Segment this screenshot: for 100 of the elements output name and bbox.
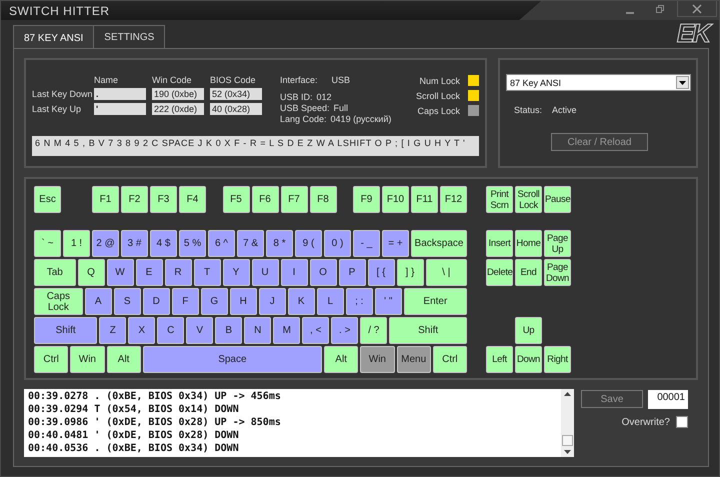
keyboard-key[interactable]: Caps Lock (34, 288, 83, 315)
keyboard-key[interactable]: U (252, 259, 278, 286)
keyboard-key[interactable]: F5 (222, 186, 250, 213)
keyboard-key[interactable]: Delete (486, 259, 513, 286)
keyboard-key[interactable]: Scroll Lock (515, 186, 542, 213)
keyboard-key[interactable]: 9 ( (295, 230, 322, 257)
keyboard-key[interactable]: - _ (353, 230, 380, 257)
keyboard-key[interactable]: E (136, 259, 162, 286)
keyboard-key[interactable]: Right (544, 346, 571, 373)
keyboard-key[interactable]: T (194, 259, 220, 286)
keyboard-key[interactable]: Esc (34, 186, 61, 213)
lock-label: Num Lock (419, 76, 460, 86)
keyboard-key[interactable]: F2 (121, 186, 148, 213)
keyboard-key[interactable]: Y (222, 259, 250, 286)
keyboard-key[interactable]: L (316, 288, 344, 315)
keyboard-key[interactable]: Win (70, 346, 104, 373)
keyboard-key[interactable]: ' " (374, 288, 402, 315)
info-label: Interface: (280, 75, 318, 85)
scrollbar-thumb[interactable] (562, 435, 573, 446)
keyboard-key[interactable]: F8 (310, 186, 336, 213)
keyboard-key[interactable]: ` ~ (34, 230, 61, 257)
keyboard-key[interactable]: Ctrl (432, 346, 467, 373)
keyboard-key[interactable]: Shift (34, 317, 98, 344)
keyboard-key[interactable]: 3 # (121, 230, 148, 257)
keyboard-key[interactable]: S (114, 288, 141, 315)
keyboard-key[interactable]: H (230, 288, 257, 315)
keyboard-key[interactable]: \ | (426, 259, 467, 286)
keyboard-key[interactable]: Print Scrn (486, 186, 513, 213)
keyboard-key[interactable]: Z (99, 317, 126, 344)
keyboard-key[interactable]: D (142, 288, 170, 315)
keyboard-key[interactable]: Tab (34, 259, 76, 286)
keyboard-key[interactable]: F7 (280, 186, 308, 213)
keyboard-key[interactable]: F10 (382, 186, 409, 213)
keyboard-key[interactable]: Up (515, 317, 542, 344)
keyboard-key[interactable]: End (515, 259, 542, 286)
keyboard-key[interactable]: P (338, 259, 366, 286)
keyboard-key[interactable]: F3 (150, 186, 177, 213)
keyboard-key[interactable]: Menu (396, 346, 431, 373)
keyboard-key[interactable]: F (172, 288, 199, 315)
keyboard-key[interactable]: G (200, 288, 228, 315)
keyboard-key[interactable]: V (186, 317, 214, 344)
keyboard-key[interactable]: Page Up (544, 230, 571, 257)
keyboard-key[interactable]: F4 (179, 186, 206, 213)
tab[interactable]: SETTINGS (93, 25, 166, 48)
keyboard-key[interactable]: , < (302, 317, 330, 344)
keyboard-key[interactable]: Shift (389, 317, 467, 344)
keyboard-key[interactable]: 0 ) (324, 230, 351, 257)
keyboard-key[interactable]: Q (78, 259, 104, 286)
keyboard-key[interactable]: Alt (106, 346, 141, 373)
keyboard-key[interactable]: . > (331, 317, 358, 344)
keyboard-key[interactable]: Left (486, 346, 513, 373)
keyboard-key[interactable]: R (164, 259, 192, 286)
keyboard-key[interactable]: Win (360, 346, 394, 373)
keyboard-key[interactable]: F1 (92, 186, 119, 213)
keyboard-key[interactable]: O (310, 259, 336, 286)
keyboard-key[interactable]: F11 (411, 186, 438, 213)
keyboard-key[interactable]: K (288, 288, 315, 315)
keyboard-key[interactable]: ; : (346, 288, 373, 315)
keyboard-key[interactable]: 4 $ (150, 230, 177, 257)
keyboard-key[interactable]: X (128, 317, 156, 344)
keyboard-key[interactable]: I (280, 259, 308, 286)
keyboard-key[interactable]: Backspace (411, 230, 467, 257)
keyboard-key[interactable]: F9 (353, 186, 380, 213)
keyboard-key[interactable]: Insert (486, 230, 513, 257)
keyboard-key[interactable]: Alt (324, 346, 358, 373)
keyboard-key[interactable]: A (84, 288, 112, 315)
log-line: 00:40.0481 ' (0xDE, BIOS 0x28) DOWN (28, 429, 240, 442)
keyboard-key[interactable]: F12 (440, 186, 467, 213)
keyboard-key[interactable]: Page Down (544, 259, 571, 286)
keyboard-key[interactable]: N (244, 317, 272, 344)
keyboard-key[interactable]: ] } (396, 259, 424, 286)
file-number-field[interactable]: 00001 (648, 390, 688, 409)
keyboard-key[interactable]: Enter (404, 288, 467, 315)
keyboard-key[interactable]: Down (515, 346, 542, 373)
close-button[interactable] (677, 1, 717, 17)
keyboard-key[interactable]: / ? (360, 317, 388, 344)
keyboard-key[interactable]: B (215, 317, 242, 344)
keyboard-key[interactable]: M (273, 317, 300, 344)
keyboard-key[interactable]: 5 % (179, 230, 206, 257)
name-field: ' (94, 103, 146, 115)
keyboard-key[interactable]: Pause (544, 186, 571, 213)
name-field: . (94, 88, 146, 100)
keyboard-key[interactable]: 8 * (266, 230, 293, 257)
tab[interactable]: 87 KEY ANSI (13, 25, 94, 48)
scrollbar[interactable] (561, 389, 574, 457)
overwrite-checkbox[interactable] (676, 416, 688, 428)
keyboard-key[interactable]: Ctrl (34, 346, 68, 373)
keyboard-key[interactable]: 7 & (237, 230, 264, 257)
keyboard-key[interactable]: [ { (368, 259, 394, 286)
keyboard-key[interactable]: Home (515, 230, 542, 257)
keyboard-key[interactable]: C (157, 317, 184, 344)
keyboard-key[interactable]: = + (382, 230, 409, 257)
keyboard-key[interactable]: 2 @ (92, 230, 119, 257)
keyboard-key[interactable]: W (106, 259, 134, 286)
keyboard-key[interactable]: Space (142, 346, 322, 373)
layout-dropdown[interactable]: 87 Key ANSI (506, 74, 691, 91)
keyboard-key[interactable]: 1 ! (63, 230, 90, 257)
keyboard-key[interactable]: F6 (252, 186, 278, 213)
keyboard-key[interactable]: J (258, 288, 286, 315)
keyboard-key[interactable]: 6 ^ (208, 230, 235, 257)
